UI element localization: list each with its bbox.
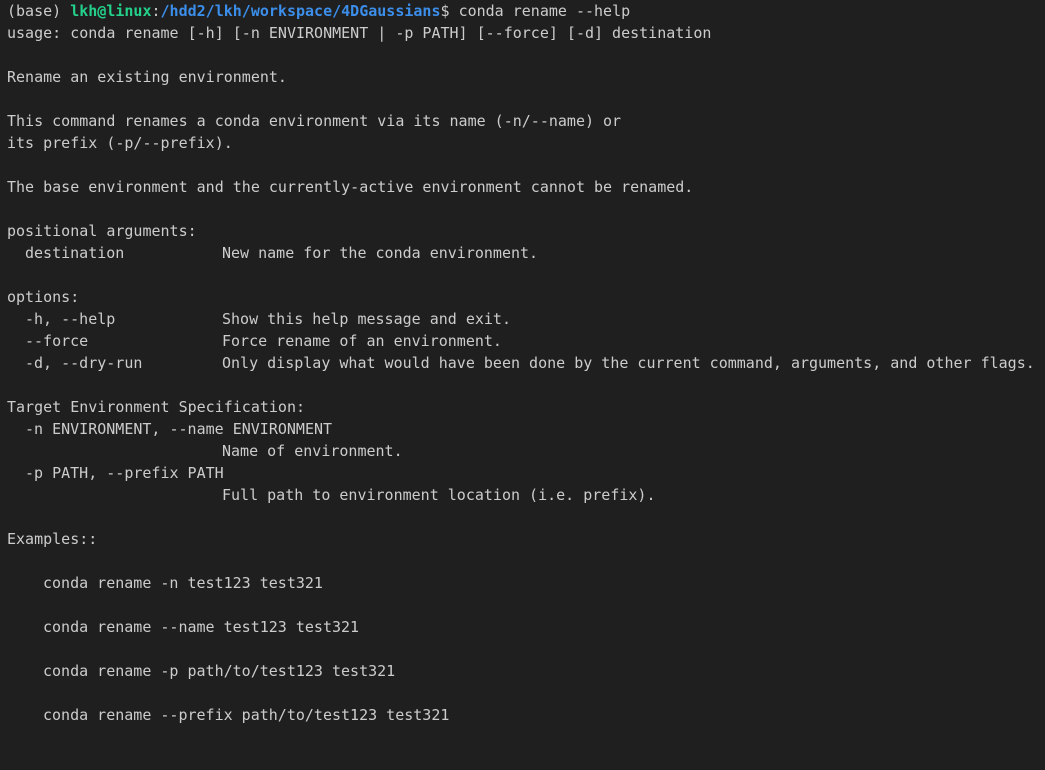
- example-row: conda rename --prefix path/to/test123 te…: [7, 704, 1045, 726]
- description-line: its prefix (-p/--prefix).: [7, 134, 233, 152]
- prompt-line: (base) lkh@linux:/hdd2/lkh/workspace/4DG…: [7, 0, 1045, 22]
- option-row: --force Force rename of an environment.: [7, 330, 1045, 352]
- option-description: Only display what would have been done b…: [222, 354, 1035, 372]
- options-heading: options:: [7, 288, 80, 306]
- prompt-cwd: /hdd2/lkh/workspace/4DGaussians: [160, 2, 441, 20]
- prompt-separator: :: [151, 2, 161, 20]
- option-row: -h, --help Show this help message and ex…: [7, 308, 1045, 330]
- examples-heading: Examples::: [7, 530, 98, 548]
- terminal-window[interactable]: (base) lkh@linux:/hdd2/lkh/workspace/4DG…: [0, 0, 1045, 727]
- description-line: This command renames a conda environment…: [7, 112, 622, 130]
- example-row: conda rename -n test123 test321: [7, 572, 1045, 594]
- target-description: Name of environment.: [222, 442, 403, 460]
- option-flag: --force: [25, 332, 89, 350]
- positional-row: destination New name for the conda envir…: [7, 242, 1045, 264]
- example-command: conda rename --name test123 test321: [43, 618, 360, 636]
- arg-description: New name for the conda environment.: [222, 244, 539, 262]
- example-row: conda rename --name test123 test321: [7, 616, 1045, 638]
- option-flag: -d, --dry-run: [25, 354, 143, 372]
- note-line: The base environment and the currently-a…: [7, 178, 694, 196]
- target-desc-row: Full path to environment location (i.e. …: [7, 484, 1045, 506]
- arg-flag: destination: [25, 244, 125, 262]
- option-description: Show this help message and exit.: [222, 310, 511, 328]
- option-flag: -h, --help: [25, 310, 116, 328]
- target-description: Full path to environment location (i.e. …: [222, 486, 656, 504]
- target-desc-row: Name of environment.: [7, 440, 1045, 462]
- prompt-command: conda rename --help: [458, 2, 631, 20]
- example-command: conda rename --prefix path/to/test123 te…: [43, 706, 450, 724]
- example-command: conda rename -n test123 test321: [43, 574, 323, 592]
- example-command: conda rename -p path/to/test123 test321: [43, 662, 396, 680]
- prompt-symbol: $: [440, 2, 459, 20]
- option-description: Force rename of an environment.: [222, 332, 502, 350]
- target-flag: -n ENVIRONMENT, --name ENVIRONMENT: [25, 420, 333, 438]
- summary-line: Rename an existing environment.: [7, 68, 287, 86]
- conda-env-label: (base): [7, 2, 71, 20]
- prompt-user-host: lkh@linux: [70, 2, 152, 20]
- target-flag: -p PATH, --prefix PATH: [25, 464, 224, 482]
- option-row: -d, --dry-run Only display what would ha…: [7, 352, 1045, 374]
- target-flag-row: -p PATH, --prefix PATH: [7, 462, 1045, 484]
- example-row: conda rename -p path/to/test123 test321: [7, 660, 1045, 682]
- target-heading: Target Environment Specification:: [7, 398, 306, 416]
- usage-line: usage: conda rename [-h] [-n ENVIRONMENT…: [7, 24, 712, 42]
- positional-heading: positional arguments:: [7, 222, 197, 240]
- target-flag-row: -n ENVIRONMENT, --name ENVIRONMENT: [7, 418, 1045, 440]
